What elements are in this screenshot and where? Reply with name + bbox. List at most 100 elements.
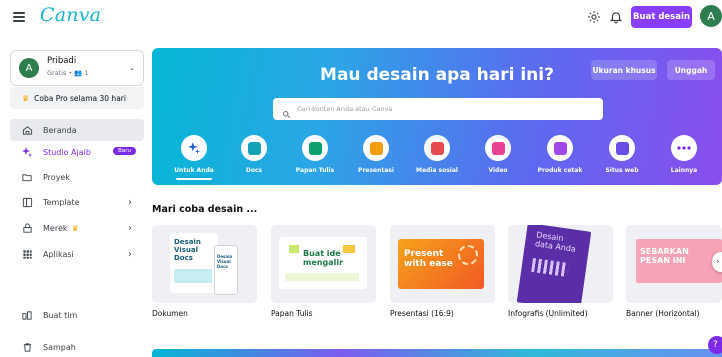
thumb-decoration [458,245,478,265]
design-tile-banner[interactable]: SEBARKAN PESAN INI [626,225,722,303]
design-tile-papan-tulis[interactable]: Buat ide mengalir [271,225,376,303]
category-presentasi[interactable]: Presentasi [346,135,406,174]
category-docs[interactable]: Docs [224,135,284,174]
upload-button[interactable]: Unggah [667,60,715,80]
category-row: Untuk Anda Docs Papan Tulis Presentasi M… [152,135,722,185]
docs-icon [241,135,267,161]
heart-social-icon [424,135,450,161]
category-label: Presentasi [358,167,394,174]
category-produk-cetak[interactable]: Produk cetak [530,135,590,174]
apps-grid-icon [20,247,34,261]
try-pro-label: Coba Pro selama 30 hari [34,93,126,103]
custom-size-button[interactable]: Ukuran khusus [591,60,657,80]
category-label: Situs web [605,167,639,174]
tile-label: Infografis (Unlimited) [508,309,588,318]
canva-logo[interactable]: Canva [40,4,101,26]
account-avatar: A [19,58,39,78]
sidebar-item-beranda[interactable]: Beranda [10,119,144,141]
bell-icon[interactable] [609,9,625,25]
chevron-right-icon: › [128,196,132,208]
category-label: Untuk Anda [174,167,214,174]
category-lainnya[interactable]: Lainnya [654,135,714,174]
sidebar-item-label: Merek [43,223,68,233]
category-label: Papan Tulis [295,167,335,174]
thumb-text: Desain Visual Docs [217,254,233,269]
create-design-button[interactable]: Buat desain [631,6,692,28]
search-input[interactable]: Cari konten Anda atau Canva [273,98,603,120]
team-icon [20,308,34,322]
sidebar-item-label: Proyek [43,172,70,182]
section-title: Mari coba desain ... [152,204,258,215]
account-plan: Gratis • 👥 1 [47,69,89,77]
chevron-down-icon: ⌄ [129,64,135,72]
selected-indicator [176,178,212,180]
website-icon [609,135,635,161]
gear-icon[interactable] [587,9,603,25]
thumb-text: SEBARKAN PESAN INI [640,247,689,265]
tile-label: Banner (Horizontal) [626,309,700,318]
trash-icon [20,340,34,354]
tile-label: Papan Tulis [271,309,313,318]
video-icon [485,135,511,161]
thumb-text: Desain data Anda [534,230,577,254]
template-icon [20,195,34,209]
sidebar: A Pribadi Gratis • 👥 1 ⌄ ♛ Coba Pro sela… [0,36,150,357]
sidebar-item-proyek[interactable]: Proyek [10,166,144,188]
category-label: Lainnya [670,167,698,174]
sidebar-item-studio-ajaib[interactable]: Studio Ajaib Baru [10,141,144,163]
category-situs-web[interactable]: Situs web [592,135,652,174]
design-tile-dokumen[interactable]: Desain Visual Docs Desain Visual Docs [152,225,257,303]
brand-icon [20,221,34,235]
sidebar-item-label: Beranda [43,125,77,135]
category-label: Media sosial [416,167,458,174]
crown-icon: ♛ [71,223,79,233]
presentation-icon [363,135,389,161]
sticky-note [289,245,299,253]
design-tile-presentasi[interactable]: Present with ease [390,225,495,303]
print-icon [547,135,573,161]
account-switcher[interactable]: A Pribadi Gratis • 👥 1 ⌄ [10,50,144,86]
try-pro-button[interactable]: ♛ Coba Pro selama 30 hari [10,87,144,109]
design-tile-infografis[interactable]: Desain data Anda [508,225,613,303]
search-placeholder: Cari konten Anda atau Canva [297,105,393,113]
sidebar-item-template[interactable]: Template › [10,191,144,213]
crown-icon: ♛ [22,93,30,103]
thumb-text: Desain Visual Docs [174,238,201,262]
sidebar-item-merek[interactable]: Merek ♛ › [10,217,144,239]
new-badge: Baru [113,147,136,155]
category-video[interactable]: Video [468,135,528,174]
tile-thumbnail: Desain Visual Docs [170,233,218,293]
home-icon [20,123,34,137]
thumb-chart [174,269,212,283]
category-label: Docs [245,167,263,174]
category-media-sosial[interactable]: Media sosial [407,135,467,174]
sparkle-icon [181,135,207,161]
thumb-people [531,257,569,277]
account-name: Pribadi [47,56,77,66]
tile-label: Dokumen [152,309,188,318]
tile-label: Presentasi (16:9) [390,309,454,318]
sidebar-item-buat-tim[interactable]: Buat tim [10,304,144,326]
sidebar-item-label: Buat tim [43,310,78,320]
whiteboard-icon [302,135,328,161]
tile-thumbnail-phone: Desain Visual Docs [214,245,238,295]
thumb-bar [285,273,359,281]
thumb-text: Buat ide mengalir [303,249,344,267]
category-label: Video [488,167,508,174]
sidebar-item-label: Studio Ajaib [43,147,91,157]
hero-banner: Mau desain apa hari ini? Ukuran khusus U… [152,48,722,185]
category-label: Produk cetak [537,167,583,174]
sidebar-item-label: Sampah [43,342,76,352]
hamburger-menu-icon[interactable] [13,12,25,22]
category-papan-tulis[interactable]: Papan Tulis [285,135,345,174]
help-button[interactable]: ? [708,336,722,354]
sidebar-item-sampah[interactable]: Sampah [10,336,144,357]
sidebar-item-label: Aplikasi [43,249,74,259]
sidebar-item-aplikasi[interactable]: Aplikasi › [10,243,144,265]
category-untuk-anda[interactable]: Untuk Anda [164,135,224,180]
search-icon [282,104,292,119]
more-dots-icon [671,135,697,161]
avatar[interactable]: A [700,5,722,27]
tile-thumbnail: Present with ease [398,239,484,289]
magic-sparkle-icon [20,145,34,159]
